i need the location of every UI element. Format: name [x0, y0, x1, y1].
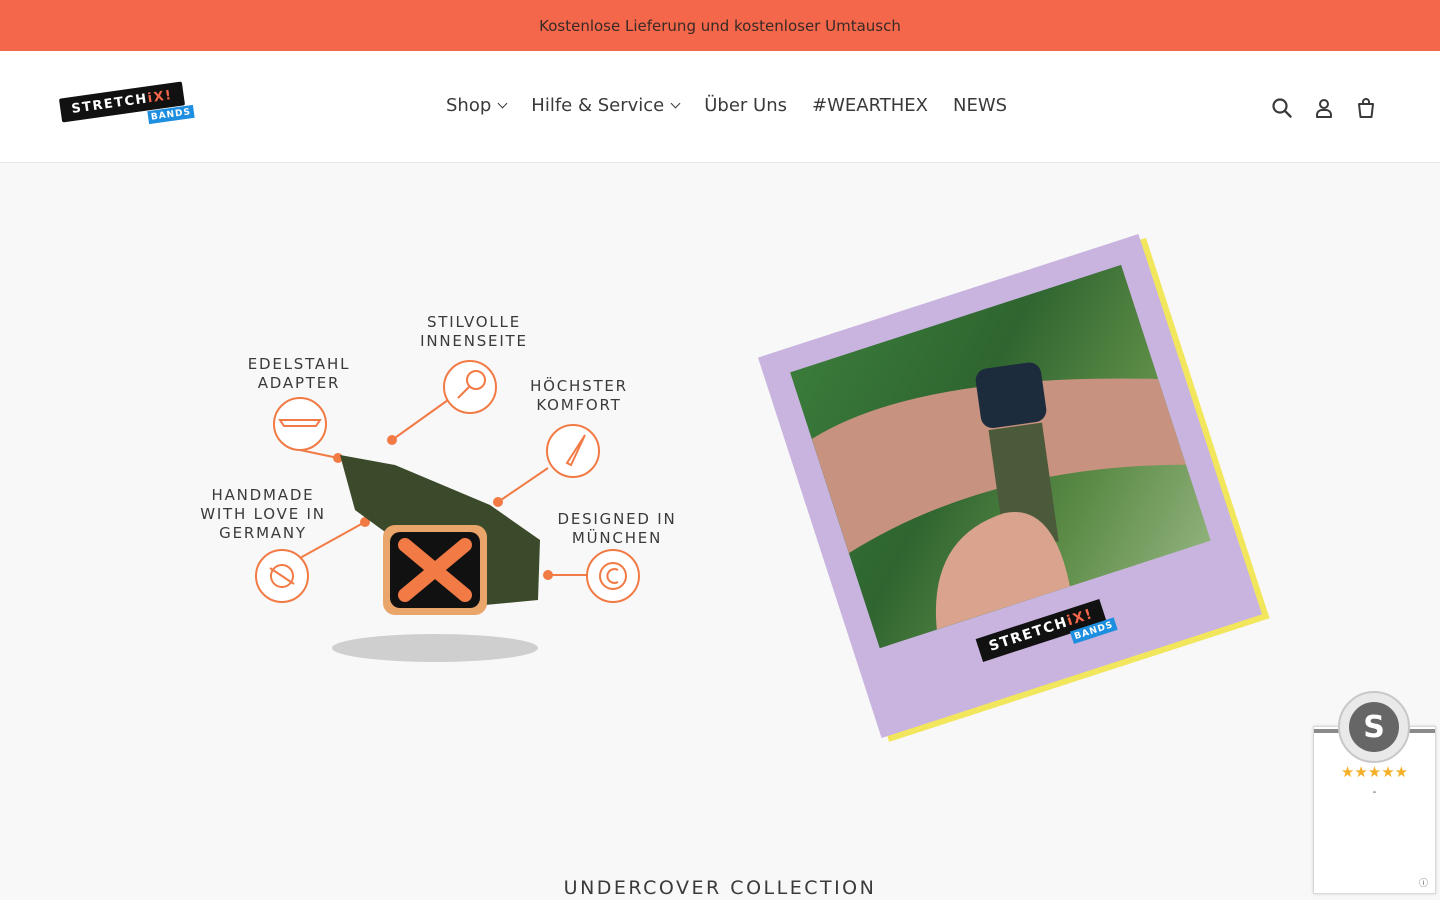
polaroid-frame: STRETCHiX! BANDS	[757, 233, 1263, 739]
seal-letter: S	[1363, 709, 1385, 745]
shopvote-seal-icon[interactable]: S	[1338, 691, 1410, 763]
cart-icon[interactable]	[1354, 96, 1378, 120]
nav-item-hilfe-service[interactable]: Hilfe & Service	[531, 95, 681, 116]
nav-item-label: Shop	[446, 95, 492, 116]
nav-item-label: Über Uns	[704, 95, 787, 116]
info-icon[interactable]: ⓘ	[1419, 876, 1428, 889]
chevron-down-icon	[670, 98, 681, 109]
chevron-down-icon	[497, 98, 508, 109]
nav-item-wearthex[interactable]: #WEARTHEX	[812, 95, 928, 116]
rating-value: -	[1372, 785, 1377, 798]
site-header: STRETCHiX! BANDS Shop Hilfe & Service Üb…	[0, 51, 1440, 163]
hero-photo: STRETCHiX! BANDS	[757, 226, 1263, 746]
account-icon[interactable]	[1312, 96, 1336, 120]
nav-item-label: #WEARTHEX	[812, 95, 928, 116]
search-icon[interactable]	[1270, 96, 1294, 120]
label-handmade: HANDMADE WITH LOVE IN GERMANY	[200, 486, 326, 542]
nav-item-news[interactable]: NEWS	[953, 95, 1007, 116]
nav-item-ueber-uns[interactable]: Über Uns	[704, 95, 787, 116]
brand-logo[interactable]: STRETCHiX! BANDS	[58, 81, 200, 129]
label-stilvolle-innenseite: STILVOLLE INNENSEITE	[420, 313, 528, 350]
feature-infographic: STILVOLLE INNENSEITE EDELSTAHL ADAPTER H…	[190, 300, 700, 680]
nav-item-label: Hilfe & Service	[531, 95, 665, 116]
photo-wrist-watch	[790, 264, 1211, 649]
label-designed-in-muenchen: DESIGNED IN MÜNCHEN	[557, 510, 677, 547]
header-icons	[1270, 96, 1378, 120]
rating-stars: ★★★★★	[1340, 763, 1409, 781]
main-nav: Shop Hilfe & Service Über Uns #WEARTHEX …	[446, 95, 1007, 116]
label-hoechster-komfort: HÖCHSTER KOMFORT	[530, 377, 628, 414]
nav-item-shop[interactable]: Shop	[446, 95, 508, 116]
collection-title: UNDERCOVER COLLECTION	[563, 877, 877, 899]
announcement-text: Kostenlose Lieferung und kostenloser Umt…	[539, 16, 901, 35]
logo-sub-text: BANDS	[150, 106, 192, 123]
nav-item-label: NEWS	[953, 95, 1008, 116]
announcement-bar: Kostenlose Lieferung und kostenloser Umt…	[0, 0, 1440, 51]
label-edelstahl-adapter: EDELSTAHL ADAPTER	[247, 355, 351, 392]
